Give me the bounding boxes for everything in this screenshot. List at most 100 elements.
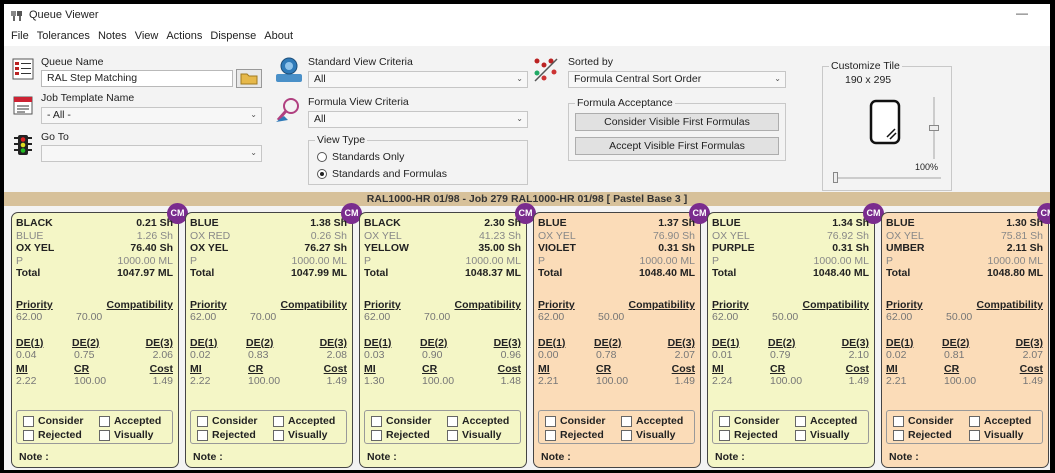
colorant-amount: 76.90 Sh: [652, 229, 695, 242]
consider-label: Consider: [908, 415, 954, 427]
rejected-checkbox[interactable]: Rejected: [23, 429, 82, 441]
job-template-select[interactable]: - All - ⌄: [41, 107, 262, 124]
de-header: DE(1) DE(2) DE(3): [16, 337, 173, 349]
total-value: 1048.40 ML: [638, 267, 695, 279]
colorant-row: OX YEL 76.40 Sh: [16, 242, 173, 254]
formula-tiles-area: CM BLACK 0.21 Sh BLUE 1.26 Sh OX YEL 76.40 Sh P…: [4, 203, 1050, 470]
accepted-checkbox[interactable]: Accepted: [969, 415, 1031, 427]
formula-tile[interactable]: CMBLUE1.30 ShOX YEL75.81 ShUMBER2.11 ShP…: [881, 203, 1050, 468]
formula-tile[interactable]: CM BLACK 2.30 Sh OX YEL 41.23 Sh YELLOW 35.00 …: [359, 203, 536, 468]
rejected-checkbox[interactable]: Rejected: [197, 429, 256, 441]
colorant-amount: 2.11 Sh: [1006, 242, 1043, 254]
tile-height-slider-thumb[interactable]: [929, 125, 939, 131]
rejected-checkbox[interactable]: Rejected: [545, 429, 604, 441]
radio-standards-and-formulas[interactable]: Standards and Formulas: [317, 168, 447, 180]
formula-tile[interactable]: CM BLUE 1.37 Sh OX YEL 76.90 Sh VIOLET 0.31 Sh…: [533, 203, 710, 468]
visually-checkbox[interactable]: Visually: [795, 429, 850, 441]
criteria-panel: Queue Name RAL Step Matching Job Templat…: [4, 46, 1050, 192]
menu-tolerances[interactable]: Tolerances: [33, 30, 94, 42]
accepted-label: Accepted: [636, 415, 684, 427]
priority-header: Priority Compatibility: [364, 299, 521, 311]
rejected-checkbox[interactable]: Rejected: [719, 429, 778, 441]
tile-width-slider[interactable]: [833, 177, 941, 179]
menu-notes[interactable]: Notes: [94, 30, 131, 42]
colorant-amount: 41.23 Sh: [478, 229, 521, 242]
minimize-button[interactable]: —: [1012, 6, 1032, 22]
accepted-checkbox[interactable]: Accepted: [99, 415, 161, 427]
formula-tile[interactable]: CM BLUE 1.38 Sh OX RED 0.26 Sh OX YEL 76.27 Sh…: [185, 203, 362, 468]
total-value: 1048.80 ML: [986, 267, 1043, 279]
priority-label: Priority: [886, 299, 923, 311]
rejected-label: Rejected: [734, 429, 778, 441]
accepted-label: Accepted: [114, 415, 162, 427]
menu-about[interactable]: About: [260, 30, 297, 42]
colorant-amount: 1.34 Sh: [832, 217, 869, 229]
de2-label: DE(2): [942, 337, 970, 349]
priority-value: 62.00: [538, 311, 565, 323]
menu-dispense[interactable]: Dispense: [206, 30, 260, 42]
mi-label: MI: [364, 363, 376, 375]
visually-checkbox[interactable]: Visually: [273, 429, 328, 441]
note-label: Note :: [367, 451, 397, 463]
menu-view[interactable]: View: [131, 30, 163, 42]
accepted-checkbox[interactable]: Accepted: [621, 415, 683, 427]
checkbox-box: [273, 429, 284, 441]
formula-tile[interactable]: CM BLACK 0.21 Sh BLUE 1.26 Sh OX YEL 76.40 Sh P…: [11, 203, 188, 468]
consider-visible-first-formulas-button[interactable]: Consider Visible First Formulas: [575, 113, 779, 131]
mi-label: MI: [16, 363, 28, 375]
colorant-row: P 1000.00 ML: [886, 255, 1043, 267]
cost-value: 1.49: [326, 375, 347, 387]
note-label: Note :: [193, 451, 223, 463]
note-label: Note :: [19, 451, 49, 463]
menu-file[interactable]: File: [7, 30, 33, 42]
checkbox-box: [23, 415, 34, 427]
cr-label: CR: [248, 363, 264, 375]
queue-name-label: Queue Name: [41, 56, 104, 68]
de-values: 0.02 0.83 2.08: [190, 349, 347, 361]
queue-name-input[interactable]: RAL Step Matching: [41, 70, 233, 87]
goto-select[interactable]: ⌄: [41, 145, 262, 162]
de3-value: 2.07: [1022, 349, 1043, 361]
de2-label: DE(2): [594, 337, 622, 349]
menu-actions[interactable]: Actions: [162, 30, 206, 42]
consider-checkbox[interactable]: Consider: [197, 415, 258, 427]
colorant-amount: 1000.00 ML: [987, 254, 1043, 267]
visually-checkbox[interactable]: Visually: [99, 429, 154, 441]
rejected-checkbox[interactable]: Rejected: [371, 429, 430, 441]
accept-visible-first-formulas-button[interactable]: Accept Visible First Formulas: [575, 137, 779, 155]
compatibility-value: 70.00: [424, 311, 451, 323]
traffic-light-icon: [14, 135, 32, 155]
rejected-label: Rejected: [386, 429, 430, 441]
colorant-row: OX YEL 76.27 Sh: [190, 242, 347, 254]
formula-view-select[interactable]: All ⌄: [308, 111, 528, 128]
radio-standards-only[interactable]: Standards Only: [317, 151, 404, 163]
accepted-checkbox[interactable]: Accepted: [447, 415, 509, 427]
queue-viewer-window: Queue Viewer — File Tolerances Notes Vie…: [4, 4, 1050, 470]
consider-checkbox[interactable]: Consider: [545, 415, 606, 427]
tile-width-slider-thumb[interactable]: [833, 172, 838, 183]
accepted-checkbox[interactable]: Accepted: [795, 415, 857, 427]
consider-checkbox[interactable]: Consider: [893, 415, 954, 427]
accepted-checkbox[interactable]: Accepted: [273, 415, 335, 427]
consider-checkbox[interactable]: Consider: [719, 415, 780, 427]
folder-icon[interactable]: [236, 69, 262, 88]
visually-checkbox[interactable]: Visually: [447, 429, 502, 441]
cost-label: Cost: [149, 363, 173, 375]
checkbox-box: [371, 429, 382, 441]
formula-tile[interactable]: CM BLUE 1.34 Sh OX YEL 76.92 Sh PURPLE 0.31 Sh…: [707, 203, 884, 468]
rejected-checkbox[interactable]: Rejected: [893, 429, 952, 441]
standard-view-select[interactable]: All ⌄: [308, 71, 528, 88]
priority-header: Priority Compatibility: [712, 299, 869, 311]
consider-checkbox[interactable]: Consider: [23, 415, 84, 427]
colorant-name: P: [190, 254, 198, 267]
visually-checkbox[interactable]: Visually: [969, 429, 1024, 441]
visually-checkbox[interactable]: Visually: [621, 429, 676, 441]
colorant-row: OX RED 0.26 Sh: [190, 230, 347, 242]
de-values: 0.01 0.79 2.10: [712, 349, 869, 361]
consider-checkbox[interactable]: Consider: [371, 415, 432, 427]
colorant-amount: 35.00 Sh: [478, 242, 521, 254]
colorant-name: OX YEL: [190, 242, 229, 254]
sorted-by-select[interactable]: Formula Central Sort Order ⌄: [568, 71, 786, 88]
de1-label: DE(1): [16, 337, 44, 349]
cost-value: 1.49: [1022, 375, 1043, 387]
